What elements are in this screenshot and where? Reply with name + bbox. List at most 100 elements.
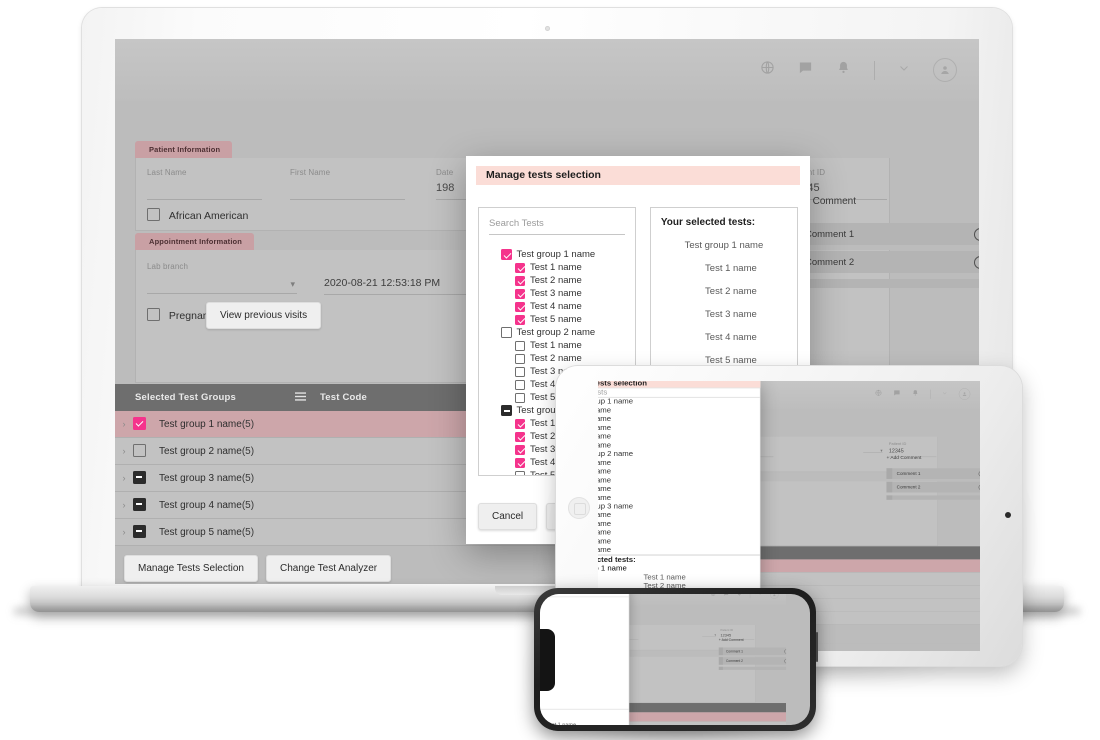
- phone-volume-button[interactable]: [816, 632, 818, 662]
- view-previous-visits-button[interactable]: View previous visits: [206, 302, 321, 329]
- globe-icon[interactable]: [875, 389, 882, 399]
- comment-row-partial[interactable]: [886, 495, 980, 499]
- lab-select-field[interactable]: ▾: [863, 442, 882, 453]
- avatar[interactable]: [933, 58, 957, 82]
- african-american-checkbox[interactable]: African American: [147, 208, 248, 222]
- chevron-down-icon[interactable]: ▾: [290, 279, 295, 290]
- chat-icon[interactable]: [893, 389, 900, 399]
- tree-test-row[interactable]: Test 3 name: [598, 528, 760, 537]
- avatar[interactable]: [959, 388, 971, 400]
- tree-test-row[interactable]: Test 3 name: [598, 424, 760, 433]
- lab-branch-field[interactable]: Lab branch ▾: [147, 262, 297, 294]
- lab-select-field[interactable]: ▾: [702, 629, 716, 637]
- chat-icon[interactable]: [724, 594, 729, 598]
- checkbox-icon[interactable]: [133, 525, 146, 538]
- last-name-field[interactable]: Last Name: [147, 168, 262, 200]
- tree-test-row[interactable]: Test 5 name: [598, 441, 760, 450]
- chevron-down-icon[interactable]: [942, 390, 948, 399]
- tree-group-row[interactable]: Test group 1 name: [598, 397, 760, 406]
- bell-icon[interactable]: [737, 594, 742, 598]
- tree-test-row[interactable]: Test 1 name: [598, 459, 760, 468]
- globe-icon[interactable]: [760, 60, 775, 80]
- tree-group-row[interactable]: Test group 2 name: [501, 326, 635, 339]
- change-test-analyzer-button[interactable]: Change Test Analyzer: [266, 555, 391, 582]
- tree-test-row[interactable]: Test 2 name: [501, 274, 635, 287]
- checkbox-icon[interactable]: [515, 432, 525, 442]
- info-icon[interactable]: i: [979, 484, 980, 490]
- tree-test-row[interactable]: Test 2 name: [598, 520, 760, 529]
- tree-test-row[interactable]: Test 4 name: [598, 537, 760, 546]
- tree-test-row[interactable]: Test 5 name: [598, 546, 760, 555]
- tree-test-row[interactable]: Test 1 name: [501, 261, 635, 274]
- comment-row[interactable]: Comment 1 i: [719, 647, 786, 655]
- checkbox-icon[interactable]: [133, 444, 146, 457]
- checkbox-icon[interactable]: [501, 327, 512, 338]
- search-tests-input[interactable]: Search Tests: [489, 218, 625, 235]
- tree-group-row[interactable]: Test group 3 name: [598, 502, 760, 511]
- comment-row-partial[interactable]: [784, 279, 979, 288]
- bell-icon[interactable]: [836, 60, 851, 80]
- sort-menu-icon[interactable]: [280, 392, 320, 404]
- bell-icon[interactable]: [912, 389, 919, 399]
- tree-test-row[interactable]: Test 2 name: [598, 467, 760, 476]
- checkbox-icon[interactable]: [515, 276, 525, 286]
- comment-row[interactable]: Comment 1 i: [886, 468, 980, 479]
- checkbox-icon[interactable]: [515, 302, 525, 312]
- tree-test-row[interactable]: Test 1 name: [598, 406, 760, 415]
- chevron-down-icon[interactable]: ▾: [714, 633, 716, 637]
- info-icon[interactable]: i: [974, 256, 979, 269]
- checkbox-icon[interactable]: [501, 405, 512, 416]
- tree-test-row[interactable]: Test 2 name: [501, 352, 635, 365]
- chevron-down-icon[interactable]: [898, 61, 910, 79]
- add-comment-button[interactable]: + Add Comment: [706, 638, 786, 642]
- add-comment-button[interactable]: + Add Comment: [868, 455, 980, 460]
- comment-row[interactable]: Comment 2 i: [719, 657, 786, 665]
- expand-row-icon[interactable]: ›: [115, 419, 133, 429]
- checkbox-icon[interactable]: [515, 354, 525, 364]
- checkbox-icon[interactable]: [133, 471, 146, 484]
- tree-test-row[interactable]: Test 5 name: [540, 703, 629, 709]
- tree-test-row[interactable]: Test 1 name: [598, 511, 760, 520]
- tree-group-row[interactable]: Test group 1 name: [501, 248, 635, 261]
- chat-icon[interactable]: [798, 60, 813, 80]
- expand-row-icon[interactable]: ›: [115, 500, 133, 510]
- tablet-home-button[interactable]: [568, 497, 590, 519]
- tree-test-row[interactable]: Test 2 name: [598, 415, 760, 424]
- checkbox-icon[interactable]: [501, 249, 512, 260]
- first-name-field[interactable]: First Name: [290, 168, 405, 200]
- checkbox-icon[interactable]: [515, 393, 525, 403]
- checkbox-icon[interactable]: [515, 445, 525, 455]
- expand-row-icon[interactable]: ›: [115, 446, 133, 456]
- tree-group-row[interactable]: Test group 2 name: [598, 450, 760, 459]
- tree-test-row[interactable]: Test 1 name: [501, 339, 635, 352]
- checkbox-icon[interactable]: [133, 498, 146, 511]
- checkbox-icon[interactable]: [515, 367, 525, 377]
- avatar[interactable]: [770, 594, 778, 599]
- tree-test-row[interactable]: Test 5 name: [598, 493, 760, 502]
- tree-test-row[interactable]: Test 4 name: [598, 432, 760, 441]
- checkbox-icon[interactable]: [515, 471, 525, 477]
- checkbox-icon[interactable]: [515, 289, 525, 299]
- info-icon[interactable]: i: [979, 470, 980, 476]
- chevron-down-icon[interactable]: ▾: [880, 448, 882, 453]
- tree-test-row[interactable]: Test 3 name: [598, 476, 760, 485]
- manage-tests-selection-button[interactable]: Manage Tests Selection: [124, 555, 258, 582]
- appointment-datetime-field[interactable]: 2020-08-21 12:53:18 PM: [324, 262, 466, 295]
- chevron-down-icon[interactable]: [758, 594, 762, 598]
- search-tests-input[interactable]: Search Tests: [598, 388, 760, 397]
- globe-icon[interactable]: [711, 594, 716, 598]
- comment-row[interactable]: Comment 1 i: [784, 223, 979, 245]
- expand-row-icon[interactable]: ›: [115, 473, 133, 483]
- tree-test-row[interactable]: Test 5 name: [501, 313, 635, 326]
- checkbox-icon[interactable]: [133, 417, 146, 430]
- info-icon[interactable]: i: [784, 649, 786, 653]
- checkbox-icon[interactable]: [515, 380, 525, 390]
- comment-row-partial[interactable]: [719, 667, 786, 670]
- info-icon[interactable]: i: [784, 659, 786, 663]
- comment-row[interactable]: Comment 2 i: [784, 251, 979, 273]
- comment-row[interactable]: Comment 2 i: [886, 482, 980, 493]
- tree-test-row[interactable]: Test 4 name: [598, 485, 760, 494]
- checkbox-icon[interactable]: [515, 419, 525, 429]
- checkbox-icon[interactable]: [515, 315, 525, 325]
- tree-test-row[interactable]: Test 3 name: [501, 287, 635, 300]
